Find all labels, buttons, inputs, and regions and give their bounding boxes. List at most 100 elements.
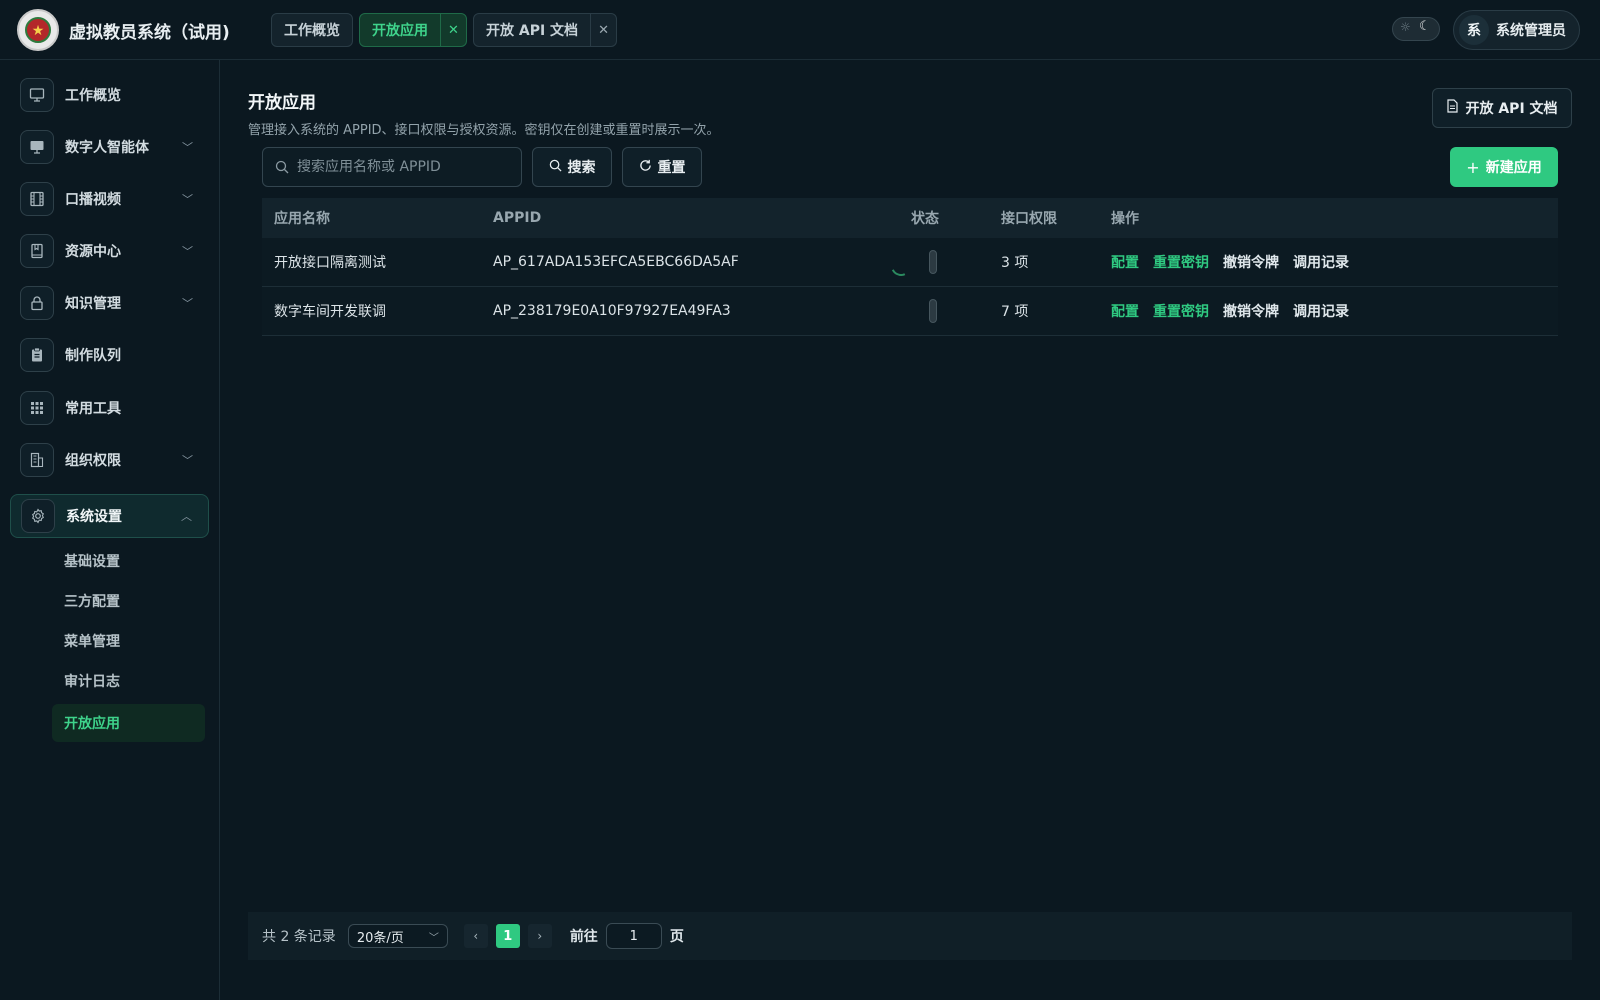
app-name: 开放接口隔离测试 [274,255,386,271]
sidebar-subitem-menu[interactable]: 菜单管理 [52,622,205,660]
user-name: 系统管理员 [1496,23,1566,39]
row-actions: 配置 重置密钥 撤销令牌 调用记录 [1111,252,1558,272]
tab-label: 开放 API 文档 [486,23,579,39]
chevron-down-icon: ﹀ [182,193,193,206]
sidebar-item-video[interactable]: 口播视频 ﹀ [10,177,209,221]
tab-api-docs[interactable]: 开放 API 文档 ✕ [473,13,618,47]
permission-count: 3 项 [1001,255,1029,271]
sidebar-item-digital-human[interactable]: 数字人智能体 ﹀ [10,125,209,169]
chevron-down-icon: ﹀ [182,245,193,258]
sidebar-item-org[interactable]: 组织权限 ﹀ [10,438,209,482]
status-switch[interactable] [929,299,937,323]
chevron-down-icon: ﹀ [182,454,193,467]
sidebar-subitem-audit[interactable]: 审计日志 [52,662,205,700]
sidebar-item-label: 数字人智能体 [65,140,149,156]
page-size-select[interactable]: 20条/页 ﹀ [347,924,448,948]
api-docs-button[interactable]: 开放 API 文档 [1432,88,1572,128]
sidebar-item-label: 制作队列 [65,348,121,364]
tab-open-apps[interactable]: 开放应用 ✕ [359,13,467,47]
moon-icon: ☾ [1419,19,1431,34]
theme-toggle[interactable]: ☼ ☾ [1392,17,1440,41]
sidebar-item-resources[interactable]: 资源中心 ﹀ [10,229,209,273]
reset-secret-link[interactable]: 重置密钥 [1153,252,1209,272]
row-actions: 配置 重置密钥 撤销令牌 调用记录 [1111,301,1558,321]
building-icon [20,443,54,477]
sun-icon: ☼ [1400,20,1411,34]
status-switch[interactable] [929,250,937,274]
goto-label: 前往 [569,929,598,945]
reset-secret-link[interactable]: 重置密钥 [1153,301,1209,321]
close-icon[interactable]: ✕ [590,14,616,46]
chevron-up-icon: ︿ [181,510,192,523]
grid-icon [20,391,54,425]
search-input[interactable] [297,159,507,175]
search-icon [549,159,562,176]
sidebar: 工作概览 数字人智能体 ﹀ 口播视频 ﹀ 资源中心 ﹀ 知识管理 ﹀ 制作队列 [0,60,220,1000]
sidebar-item-label: 知识管理 [65,296,121,312]
call-log-link[interactable]: 调用记录 [1293,301,1349,321]
app-name: 数字车间开发联调 [274,304,386,320]
reset-button[interactable]: 重置 [622,147,702,187]
sidebar-item-tools[interactable]: 常用工具 [10,386,209,430]
next-page-button[interactable]: › [527,924,552,948]
sidebar-item-label: 工作概览 [65,88,121,104]
app-id: AP_238179E0A10F97927EA49FA3 [493,303,731,319]
app-logo: ★ [17,9,59,51]
new-app-button-label: 新建应用 [1485,160,1542,176]
column-header-permissions: 接口权限 [1001,211,1057,227]
film-icon [20,182,54,216]
tab-label: 开放应用 [372,23,428,39]
sidebar-item-knowledge[interactable]: 知识管理 ﹀ [10,281,209,325]
sidebar-item-settings[interactable]: 系统设置 ︿ [10,494,209,538]
close-icon[interactable]: ✕ [440,14,466,46]
sidebar-item-label: 常用工具 [65,401,121,417]
sidebar-item-label: 组织权限 [65,453,121,469]
call-log-link[interactable]: 调用记录 [1293,252,1349,272]
page-title: 开放应用 [248,93,316,113]
monitor-icon [20,78,54,112]
search-field[interactable] [262,147,522,187]
new-app-button[interactable]: + 新建应用 [1450,147,1558,187]
table-row: 数字车间开发联调 AP_238179E0A10F97927EA49FA3 7 项… [262,287,1558,336]
pagination: 共 2 条记录 20条/页 ﹀ ‹ 1 › 前往 页 [248,912,1572,960]
table-row: 开放接口隔离测试 AP_617ADA153EFCA5EBC66DA5AF 3 项… [262,238,1558,287]
configure-link[interactable]: 配置 [1111,301,1139,321]
sidebar-item-label: 系统设置 [66,509,122,525]
plus-icon: + [1466,157,1480,177]
api-docs-button-label: 开放 API 文档 [1465,101,1558,117]
sidebar-subitem-basic[interactable]: 基础设置 [52,542,205,580]
page-size-value: 20条/页 [356,930,404,946]
search-button[interactable]: 搜索 [532,147,612,187]
chevron-down-icon: ﹀ [182,297,193,310]
sidebar-item-overview[interactable]: 工作概览 [10,73,209,117]
page-description: 管理接入系统的 APPID、接口权限与授权资源。密钥仅在创建或重置时展示一次。 [248,123,720,138]
top-header: ★ 虚拟教员系统（试用) 工作概览 开放应用 ✕ 开放 API 文档 ✕ ☼ ☾… [0,0,1600,60]
clipboard-icon [20,338,54,372]
gear-icon [21,499,55,533]
sidebar-subitem-open-apps[interactable]: 开放应用 [52,704,205,742]
chevron-down-icon: ﹀ [182,141,193,154]
column-header-status: 状态 [911,198,1001,238]
prev-page-button[interactable]: ‹ [463,924,488,948]
column-header-name: 应用名称 [274,211,330,227]
lock-icon [20,286,54,320]
configure-link[interactable]: 配置 [1111,252,1139,272]
sidebar-subitem-third-party[interactable]: 三方配置 [52,582,205,620]
goto-page-input[interactable] [605,923,662,949]
apps-table: 应用名称 APPID 状态 接口权限 操作 开放接口隔离测试 AP_617ADA… [262,198,1558,336]
permission-count: 7 项 [1001,304,1029,320]
sidebar-item-queue[interactable]: 制作队列 [10,333,209,377]
page-number-current[interactable]: 1 [495,924,520,948]
sidebar-item-label: 口播视频 [65,192,121,208]
revoke-token-link[interactable]: 撤销令牌 [1223,301,1279,321]
table-header: 应用名称 APPID 状态 接口权限 操作 [262,198,1558,238]
user-menu[interactable]: 系 系统管理员 [1453,10,1580,50]
chevron-down-icon: ﹀ [428,932,439,944]
column-header-appid: APPID [493,210,542,226]
refresh-icon [639,159,652,176]
tab-label: 工作概览 [284,23,340,39]
tab-overview[interactable]: 工作概览 [271,13,353,47]
sidebar-item-label: 资源中心 [65,244,121,260]
revoke-token-link[interactable]: 撤销令牌 [1223,252,1279,272]
search-icon [275,160,289,174]
